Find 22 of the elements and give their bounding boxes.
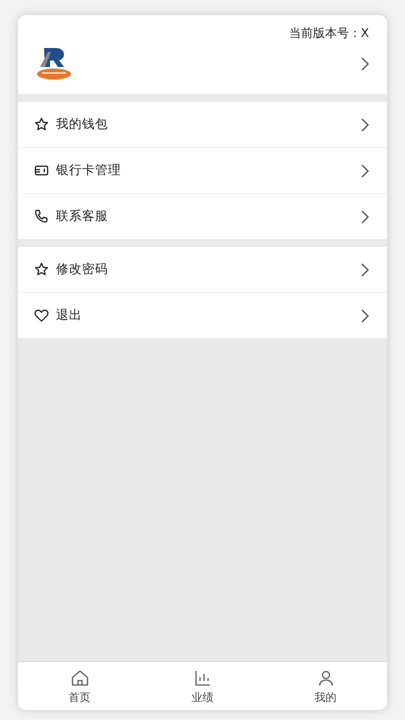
menu-item[interactable]: 银行卡管理 <box>18 147 387 193</box>
logo-icon <box>34 46 74 82</box>
card-icon <box>34 163 49 178</box>
menu-item[interactable]: 联系客服 <box>18 193 387 239</box>
tab-item[interactable]: 业绩 <box>141 662 264 710</box>
chevron-icon <box>361 118 369 132</box>
home-icon <box>70 668 90 688</box>
chevron-icon <box>361 262 369 276</box>
menu-item[interactable]: 修改密码 <box>18 247 387 292</box>
heart-icon <box>34 308 49 323</box>
chevron-icon <box>361 57 369 71</box>
tab-item[interactable]: 首页 <box>18 662 141 710</box>
menu-item[interactable]: 退出 <box>18 292 387 338</box>
menu-item[interactable]: 我的钱包 <box>18 102 387 147</box>
tab-item[interactable]: 我的 <box>264 662 387 710</box>
chevron-icon <box>361 164 369 178</box>
phone-icon <box>34 209 49 224</box>
star-icon <box>34 262 49 277</box>
star-icon <box>34 117 49 132</box>
version-label: 当前版本号：X <box>288 25 369 42</box>
chevron-icon <box>361 210 369 224</box>
chevron-icon <box>361 308 369 322</box>
